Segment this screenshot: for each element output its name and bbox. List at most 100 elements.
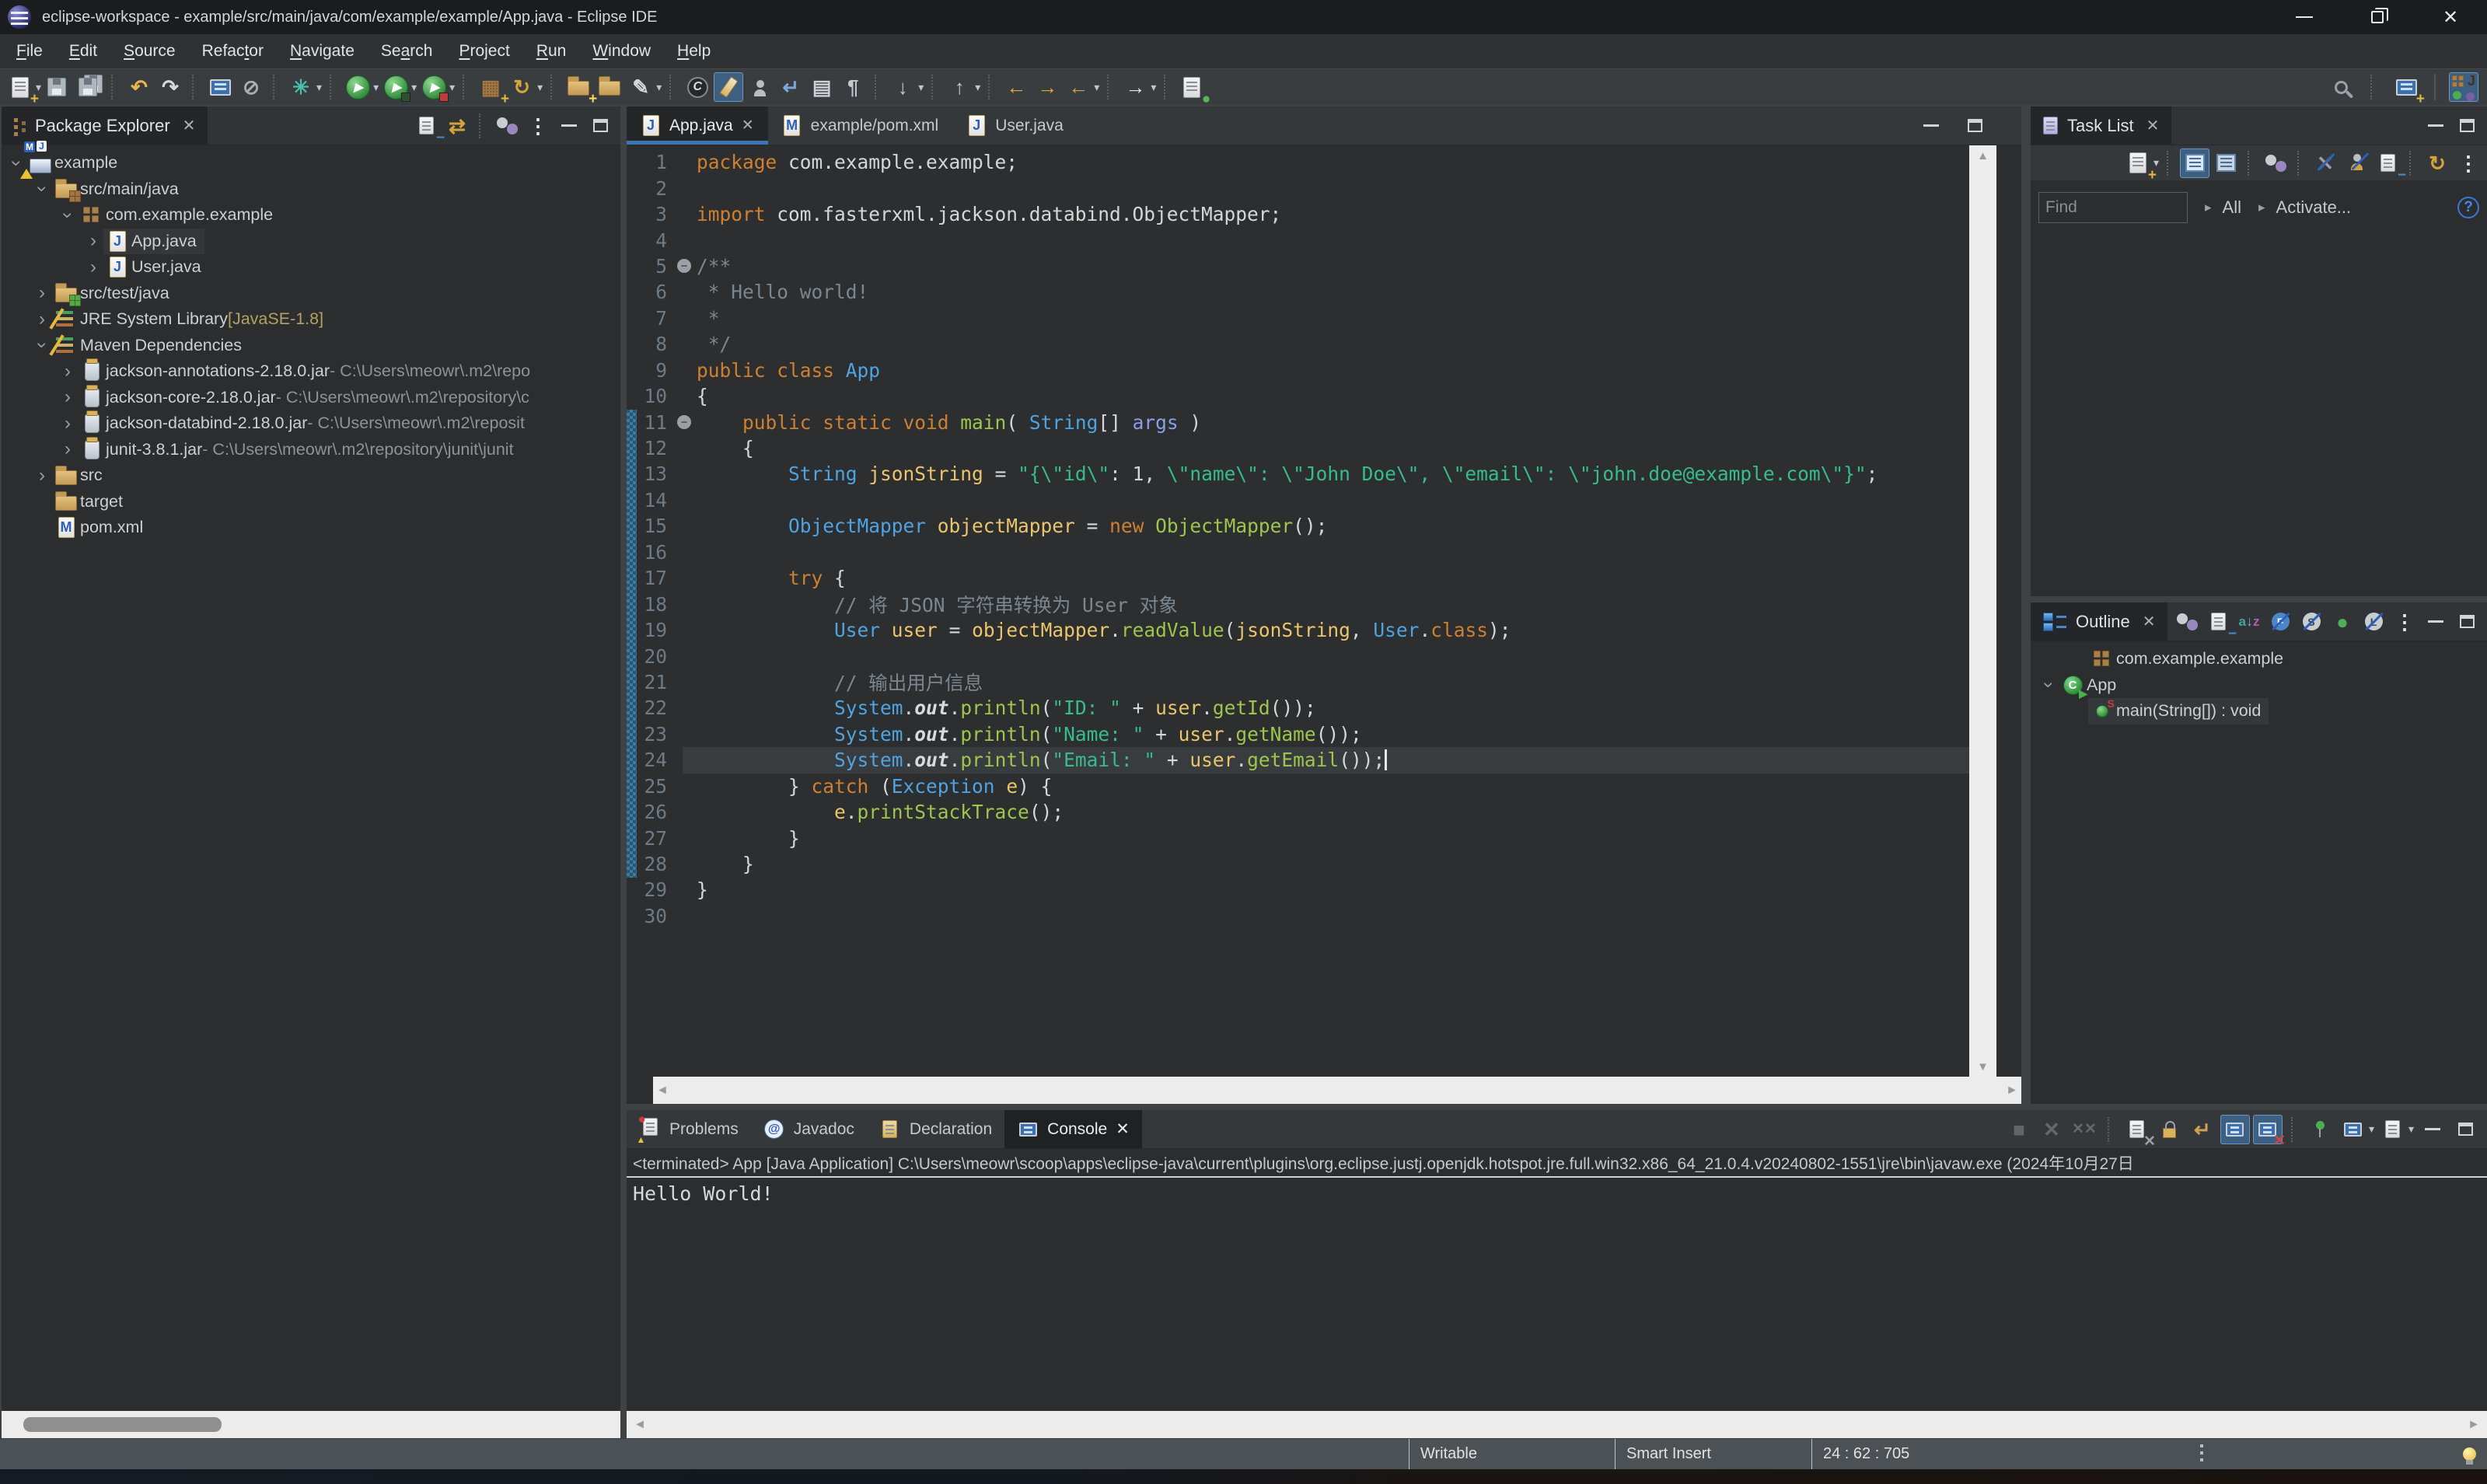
code-line-18[interactable]: 18 // 将 JSON 字符串转换为 User 对象 [627,591,2021,616]
show-view-list-icon[interactable]: ▤ [807,72,837,102]
minimize-icon[interactable] [554,111,584,141]
tree-item-jackson-core-2.18.0.jar[interactable]: › jackson-core-2.18.0.jar - C:\Users\meow… [2,384,620,411]
console-tab-console[interactable]: Console ✕ [1004,1110,1142,1148]
tree-item-user.java[interactable]: › J User.java [2,254,620,281]
maximize-icon[interactable] [2452,607,2482,637]
maximize-icon[interactable] [585,111,615,141]
editor-tab-user.java[interactable]: J User.java [952,106,1078,145]
expander-icon[interactable]: › [58,438,78,460]
menu-navigate[interactable]: Navigate [277,34,368,68]
editor-tab-app.java[interactable]: J App.java ✕ [627,106,768,145]
code-line-4[interactable]: 4 [627,227,2021,253]
view-menu-icon[interactable]: ⋮ [2390,607,2419,637]
tree-item-app.java[interactable]: › J App.java [2,228,620,254]
minimize-icon[interactable] [2418,1115,2447,1144]
maximize-view-icon[interactable] [2452,111,2482,141]
collapse-all-icon[interactable]: − [411,111,445,145]
dropdown-caret-icon[interactable]: ▾ [1094,81,1099,94]
focus-icon[interactable] [492,111,522,141]
menu-help[interactable]: Help [664,34,724,68]
dropdown-caret-icon[interactable]: ▾ [373,81,379,94]
collapse-all-icon[interactable]: − [2203,607,2237,641]
debug-icon[interactable]: ▶ [381,72,411,102]
dropdown-caret-icon[interactable]: ▾ [1151,81,1156,94]
dropdown-caret-icon[interactable]: ▾ [316,81,322,94]
code-line-13[interactable]: 13 String jsonString = "{\"id\": 1, \"na… [627,461,2021,487]
activate-link[interactable]: Activate... [2276,197,2352,218]
new-task-icon[interactable]: + [2123,148,2157,183]
tree-item-pom.xml[interactable]: Mpom.xml [2,515,620,541]
help-icon[interactable]: ? [2457,197,2479,218]
hide-fields-icon[interactable]: F [2265,607,2295,637]
update-maven-project-icon[interactable]: ↻ [507,72,536,102]
code-line-3[interactable]: 3 import com.fasterxml.jackson.databind.O… [627,201,2021,227]
expander-icon[interactable]: › [58,361,78,382]
hide-static-icon[interactable]: S [2297,607,2326,637]
menu-project[interactable]: Project [445,34,522,68]
format-icon[interactable] [714,72,744,102]
tree-item-jackson-annotations-2.18.0.jar[interactable]: › jackson-annotations-2.18.0.jar - C:\Use… [2,358,620,385]
menu-refactor[interactable]: Refac t or [189,34,277,68]
maximize-view-icon[interactable] [1960,111,1989,141]
display-selected-console-icon[interactable] [2339,1115,2368,1144]
java-perspective-icon[interactable]: J [2449,72,2478,102]
code-line-1[interactable]: 1 package com.example.example; [627,149,2021,175]
code-line-28[interactable]: 28 } [627,851,2021,877]
sort-icon[interactable]: a ↓ z [2234,607,2264,637]
dropdown-caret-icon[interactable]: ▾ [411,81,417,94]
console-tab-declaration[interactable]: Declaration [867,1110,1004,1148]
code-line-15[interactable]: 15 ObjectMapper objectMapper = new Objec… [627,513,2021,539]
code-line-6[interactable]: 6 * Hello world! [627,279,2021,305]
code-line-16[interactable]: 16 [627,539,2021,565]
search-icon[interactable] [2326,72,2356,102]
open-resource-icon[interactable] [595,72,624,102]
expander-icon[interactable]: › [32,465,52,487]
code-line-2[interactable]: 2 [627,175,2021,201]
tree-item-junit-3.8.1.jar[interactable]: › junit-3.8.1.jar - C:\Users\meowr\.m2\re… [2,436,620,463]
code-line-29[interactable]: 29} [627,877,2021,903]
code-line-27[interactable]: 27 } [627,825,2021,850]
annotation-icon[interactable]: C [683,72,712,102]
dropdown-caret-icon[interactable]: ▾ [656,81,662,94]
focus-icon[interactable] [2172,607,2202,637]
editor-hscrollbar[interactable]: ◄ ► [627,1077,2021,1104]
code-line-21[interactable]: 21 // 输出用户信息 [627,669,2021,695]
code-line-9[interactable]: 9 public class App [627,358,2021,383]
code-line-25[interactable]: 25 } catch (Exception e) { [627,773,2021,799]
new-wizard-icon[interactable]: + [5,72,39,106]
tree-item-src[interactable]: › src [2,463,620,489]
code-line-30[interactable]: 30 [627,903,2021,929]
outline-tab[interactable]: Outline ✕ [2031,602,2168,641]
forward-history-icon[interactable]: → [1032,72,1062,102]
tree-item-src-main-java[interactable]: › src/main/java [2,176,620,203]
editor-vscrollbar[interactable]: ▲ ▼ [1969,145,1996,1077]
close-icon[interactable]: ✕ [1116,1119,1130,1139]
code-line-11[interactable]: 11− public static void main( String[] ar… [627,409,2021,435]
cursor-position-status[interactable]: 24 : 62 : 705 [1811,1439,2006,1469]
console-tab-problems[interactable]: ● ▲ Problems [627,1110,751,1148]
previous-annotation-icon[interactable]: ↑ [945,72,974,102]
undo-icon[interactable]: ↶ [124,72,154,102]
open-perspective-icon[interactable]: + [2391,72,2425,106]
dropdown-caret-icon[interactable]: ▾ [537,81,543,94]
next-annotation-icon[interactable]: ↓ [888,72,917,102]
scheduled-icon[interactable] [2211,148,2241,178]
package-explorer-hscrollbar[interactable] [2,1411,620,1438]
code-line-17[interactable]: 17 try { [627,565,2021,591]
tree-item-main-string-void[interactable]: Smain(String[]) : void [2031,697,2487,725]
tree-item-com.example.example[interactable]: com.example.example [2031,646,2487,672]
last-edit-location-icon[interactable]: ✳ [286,72,316,102]
scope-all[interactable]: All [2223,197,2241,218]
menu-window[interactable]: Window [579,34,664,68]
tree-item-maven-dependencies[interactable]: › Maven Dependencies [2,333,620,359]
close-icon[interactable]: ✕ [2146,116,2160,135]
save-all-icon[interactable] [75,72,104,102]
package-explorer-tab[interactable]: Package Explorer ✕ [2,106,208,145]
show-on-stderr-icon[interactable]: ✕ [2252,1114,2286,1148]
console-hscrollbar[interactable]: ◄ ► [627,1411,2487,1438]
find-input[interactable] [2038,192,2188,223]
dropdown-caret-icon[interactable]: ▾ [2369,1123,2374,1136]
menu-edit[interactable]: Edit [56,34,110,68]
code-line-10[interactable]: 10 { [627,383,2021,409]
console-tab-javadoc[interactable]: @ Javadoc [751,1110,867,1148]
